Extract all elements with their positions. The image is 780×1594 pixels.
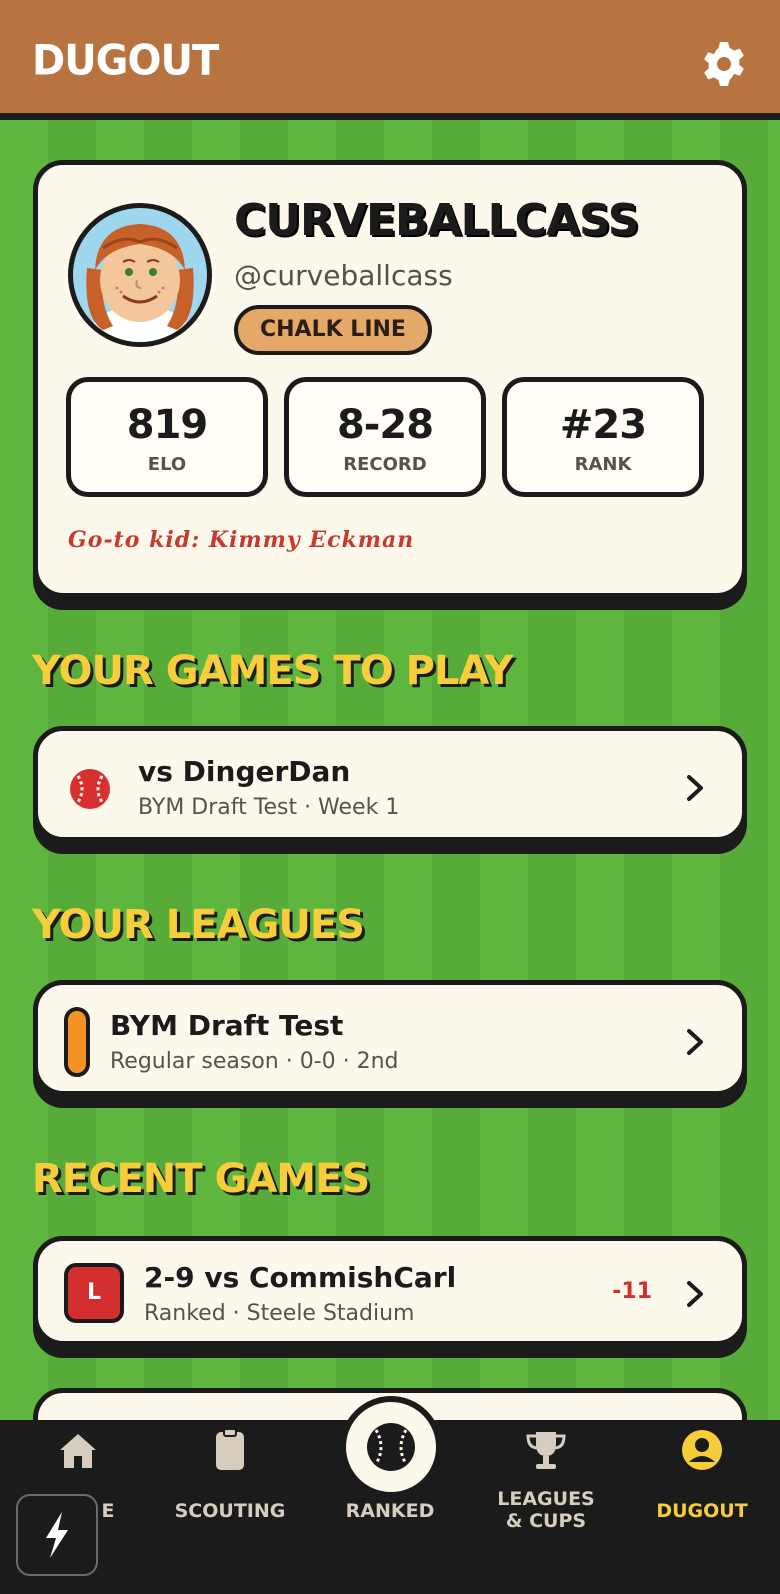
elo-delta: -11 — [612, 1279, 652, 1304]
stat-label: RECORD — [343, 454, 427, 475]
stat-label: RANK — [574, 454, 632, 475]
app-title: DUGOUT — [32, 36, 219, 86]
league-meta: Regular season · 0-0 · 2nd — [110, 1049, 399, 1074]
game-to-play-row[interactable]: vs DingerDan BYM Draft Test · Week 1 — [33, 726, 747, 842]
title-badge: CHALK LINE — [234, 305, 432, 355]
stat-record: 8-28 RECORD — [284, 377, 486, 497]
ranked-button[interactable] — [340, 1396, 442, 1498]
recent-game-meta: Ranked · Steele Stadium — [144, 1301, 415, 1326]
home-icon — [60, 1434, 96, 1468]
stat-value: #23 — [559, 402, 647, 448]
nav-scouting[interactable]: SCOUTING — [152, 1420, 308, 1594]
nav-leagues-cups[interactable]: LEAGUES & CUPS — [468, 1420, 624, 1594]
game-opponent: vs DingerDan — [138, 755, 351, 788]
quick-action-button[interactable] — [16, 1494, 98, 1576]
chevron-right-icon — [687, 1029, 703, 1055]
chevron-right-icon — [687, 775, 703, 801]
result-badge: L — [64, 1263, 124, 1323]
user-icon — [682, 1430, 722, 1470]
chevron-right-icon — [687, 1281, 703, 1307]
games-to-play-heading: YOUR GAMES TO PLAY — [32, 648, 514, 694]
profile-handle: @curveballcass — [234, 259, 453, 292]
league-name: BYM Draft Test — [110, 1009, 344, 1042]
nav-dugout[interactable]: DUGOUT — [624, 1420, 780, 1594]
stat-value: 819 — [126, 402, 209, 448]
lightning-icon — [46, 1512, 68, 1558]
avatar[interactable] — [68, 203, 212, 347]
nav-label: LEAGUES & CUPS — [497, 1488, 595, 1532]
leagues-heading: YOUR LEAGUES — [32, 902, 365, 948]
stat-label: ELO — [147, 454, 187, 475]
nav-label: SCOUTING — [174, 1500, 286, 1522]
stat-rank: #23 RANK — [502, 377, 704, 497]
profile-card: CURVEBALLCASS @curveballcass CHALK LINE … — [33, 160, 747, 598]
recent-game-row[interactable]: L 2-9 vs CommishCarl Ranked · Steele Sta… — [33, 1236, 747, 1346]
goto-kid-label: Go-to kid: Kimmy Eckman — [68, 527, 415, 553]
league-color-bar — [64, 1007, 90, 1077]
gear-icon[interactable] — [700, 40, 748, 88]
stat-value: 8-28 — [336, 402, 434, 448]
top-bar: DUGOUT — [0, 0, 780, 120]
baseball-icon — [367, 1423, 415, 1471]
recent-game-score: 2-9 vs CommishCarl — [144, 1261, 457, 1294]
nav-label: RANKED — [345, 1500, 435, 1522]
clipboard-icon — [216, 1428, 244, 1470]
stat-elo: 819 ELO — [66, 377, 268, 497]
league-row[interactable]: BYM Draft Test Regular season · 0-0 · 2n… — [33, 980, 747, 1096]
trophy-icon — [526, 1432, 566, 1469]
baseball-icon — [70, 769, 110, 809]
recent-games-heading: RECENT GAMES — [32, 1156, 370, 1202]
profile-name: CURVEBALLCASS — [234, 195, 639, 246]
game-meta: BYM Draft Test · Week 1 — [138, 795, 400, 820]
nav-label: DUGOUT — [656, 1500, 748, 1522]
